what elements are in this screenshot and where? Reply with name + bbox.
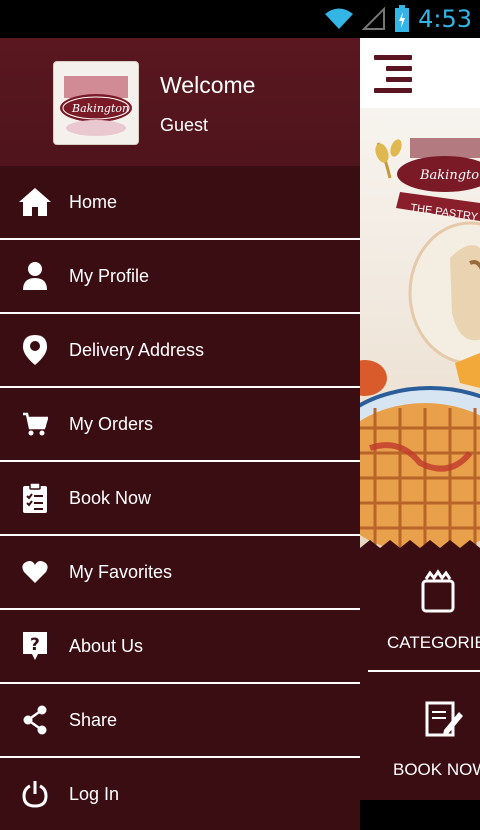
categories-tile[interactable]: CATEGORIE [360,553,480,670]
menu-icon[interactable] [374,55,412,93]
brand-logo-text: Bakington [419,168,480,183]
menu-label-delivery-address: Delivery Address [69,340,205,360]
map-pin-icon [16,333,54,367]
menu-label-book-now: Book Now [69,488,152,508]
menu-item-home[interactable]: Home [0,166,360,240]
categories-label: CATEGORIE [387,633,480,652]
menu-item-log-in[interactable]: Log In [0,758,360,830]
svg-text:Bakington: Bakington [71,102,129,115]
menu-label-share: Share [69,710,118,730]
home-icon [16,185,54,219]
shopping-bag-icon [421,569,455,613]
menu-item-my-favorites[interactable]: My Favorites [0,536,360,610]
drawer-header: Bakington Welcome Guest [0,38,360,166]
status-time: 4:53 [418,5,472,33]
user-icon [16,259,54,293]
menu-label-my-orders: My Orders [69,414,154,434]
navigation-drawer: Bakington Welcome Guest Home My Profile … [0,38,360,830]
book-now-tile[interactable]: BOOK NOW [360,672,480,800]
hero-banner: Bakington THE PASTRY S [360,108,480,553]
edit-note-icon [425,701,463,737]
user-name: Guest [160,115,209,135]
top-app-bar [360,38,480,108]
menu-label-my-favorites: My Favorites [69,562,173,582]
menu-label-about-us: About Us [69,636,144,656]
food-illustration: Bakington THE PASTRY S [360,138,480,553]
status-bar: 4:53 [0,0,480,38]
book-now-label: BOOK NOW [393,760,480,779]
menu-item-my-profile[interactable]: My Profile [0,240,360,314]
menu-item-share[interactable]: Share [0,684,360,758]
welcome-text: Welcome [160,72,256,98]
cart-icon [16,407,54,441]
menu-item-my-orders[interactable]: My Orders [0,388,360,462]
heart-icon [16,555,54,589]
share-icon [16,703,54,737]
menu-label-my-profile: My Profile [69,266,150,286]
menu-item-book-now[interactable]: Book Now [0,462,360,536]
clipboard-icon [16,481,54,515]
menu-item-delivery-address[interactable]: Delivery Address [0,314,360,388]
brand-logo: Bakington [53,61,139,145]
svg-text:?: ? [30,635,40,655]
help-icon: ? [16,629,54,663]
menu-label-home: Home [69,192,118,212]
menu-item-about-us[interactable]: ? About Us [0,610,360,684]
menu-label-log-in: Log In [69,784,120,804]
status-icons: 4:53 [324,0,472,38]
wifi-icon [325,8,354,29]
power-icon [16,777,54,811]
signal-icon [362,7,386,30]
battery-icon [395,5,410,32]
